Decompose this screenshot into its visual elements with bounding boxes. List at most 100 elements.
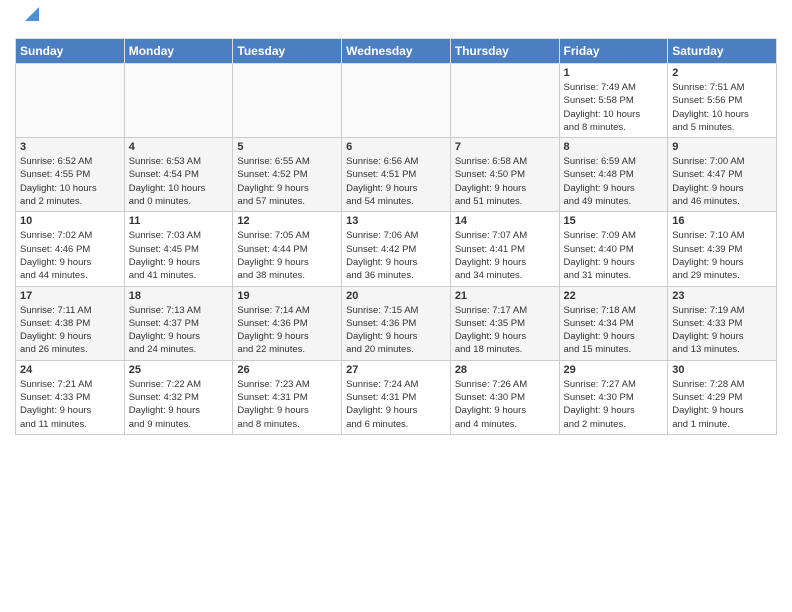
day-number: 28 [455,364,555,376]
day-number: 25 [129,364,229,376]
calendar-day-cell: 30 Sunrise: 7:28 AM Sunset: 4:29 PM Dayli… [668,360,777,434]
calendar-day-cell: 1Sunrise: 7:49 AM Sunset: 5:58 PM Daylig… [559,64,668,138]
day-info: Sunrise: 6:52 AM Sunset: 4:55 PM Dayligh… [20,155,120,208]
day-info: Sunrise: 7:21 AM Sunset: 4:33 PM Dayligh… [20,378,120,431]
calendar-week-row: 1Sunrise: 7:49 AM Sunset: 5:58 PM Daylig… [16,64,777,138]
calendar-day-cell: 20 Sunrise: 7:15 AM Sunset: 4:36 PM Dayli… [342,286,451,360]
page-header [15,10,777,32]
calendar-day-cell [124,64,233,138]
calendar-day-cell: 23 Sunrise: 7:19 AM Sunset: 4:33 PM Dayli… [668,286,777,360]
day-info: Sunrise: 7:27 AM Sunset: 4:30 PM Dayligh… [564,378,664,431]
calendar-day-cell: 16Sunrise: 7:10 AM Sunset: 4:39 PM Dayli… [668,212,777,286]
day-info: Sunrise: 7:28 AM Sunset: 4:29 PM Dayligh… [672,378,772,431]
day-info: Sunrise: 7:24 AM Sunset: 4:31 PM Dayligh… [346,378,446,431]
day-info: Sunrise: 7:11 AM Sunset: 4:38 PM Dayligh… [20,304,120,357]
day-info: Sunrise: 7:13 AM Sunset: 4:37 PM Dayligh… [129,304,229,357]
day-number: 18 [129,290,229,302]
day-number: 17 [20,290,120,302]
calendar-header-row: SundayMondayTuesdayWednesdayThursdayFrid… [16,39,777,64]
weekday-header: Sunday [16,39,125,64]
day-info: Sunrise: 6:56 AM Sunset: 4:51 PM Dayligh… [346,155,446,208]
day-number: 11 [129,215,229,227]
day-number: 2 [672,67,772,79]
day-info: Sunrise: 7:06 AM Sunset: 4:42 PM Dayligh… [346,229,446,282]
logo-icon [21,3,43,25]
day-info: Sunrise: 7:14 AM Sunset: 4:36 PM Dayligh… [237,304,337,357]
day-info: Sunrise: 6:58 AM Sunset: 4:50 PM Dayligh… [455,155,555,208]
calendar-day-cell: 17 Sunrise: 7:11 AM Sunset: 4:38 PM Dayli… [16,286,125,360]
calendar-day-cell [450,64,559,138]
calendar-day-cell: 14 Sunrise: 7:07 AM Sunset: 4:41 PM Dayli… [450,212,559,286]
day-number: 30 [672,364,772,376]
calendar-week-row: 24 Sunrise: 7:21 AM Sunset: 4:33 PM Dayli… [16,360,777,434]
day-info: Sunrise: 7:18 AM Sunset: 4:34 PM Dayligh… [564,304,664,357]
day-number: 12 [237,215,337,227]
calendar-day-cell: 11 Sunrise: 7:03 AM Sunset: 4:45 PM Dayli… [124,212,233,286]
day-number: 14 [455,215,555,227]
calendar-day-cell: 4Sunrise: 6:53 AM Sunset: 4:54 PM Daylig… [124,138,233,212]
calendar-day-cell [233,64,342,138]
day-number: 1 [564,67,664,79]
day-number: 24 [20,364,120,376]
calendar-day-cell: 6 Sunrise: 6:56 AM Sunset: 4:51 PM Daylig… [342,138,451,212]
day-info: Sunrise: 7:23 AM Sunset: 4:31 PM Dayligh… [237,378,337,431]
calendar-day-cell: 22 Sunrise: 7:18 AM Sunset: 4:34 PM Dayli… [559,286,668,360]
calendar-day-cell: 10 Sunrise: 7:02 AM Sunset: 4:46 PM Dayli… [16,212,125,286]
weekday-header: Tuesday [233,39,342,64]
calendar-day-cell: 3 Sunrise: 6:52 AM Sunset: 4:55 PM Daylig… [16,138,125,212]
calendar-day-cell: 21 Sunrise: 7:17 AM Sunset: 4:35 PM Dayli… [450,286,559,360]
day-number: 13 [346,215,446,227]
calendar-day-cell: 18 Sunrise: 7:13 AM Sunset: 4:37 PM Dayli… [124,286,233,360]
logo [15,10,43,32]
day-number: 5 [237,141,337,153]
day-info: Sunrise: 7:07 AM Sunset: 4:41 PM Dayligh… [455,229,555,282]
day-info: Sunrise: 7:05 AM Sunset: 4:44 PM Dayligh… [237,229,337,282]
calendar-day-cell: 5 Sunrise: 6:55 AM Sunset: 4:52 PM Daylig… [233,138,342,212]
calendar-day-cell: 28 Sunrise: 7:26 AM Sunset: 4:30 PM Dayli… [450,360,559,434]
day-info: Sunrise: 7:03 AM Sunset: 4:45 PM Dayligh… [129,229,229,282]
day-info: Sunrise: 7:15 AM Sunset: 4:36 PM Dayligh… [346,304,446,357]
weekday-header: Monday [124,39,233,64]
day-number: 10 [20,215,120,227]
day-number: 23 [672,290,772,302]
day-number: 9 [672,141,772,153]
weekday-header: Wednesday [342,39,451,64]
day-number: 4 [129,141,229,153]
day-info: Sunrise: 7:26 AM Sunset: 4:30 PM Dayligh… [455,378,555,431]
day-info: Sunrise: 7:09 AM Sunset: 4:40 PM Dayligh… [564,229,664,282]
day-info: Sunrise: 6:59 AM Sunset: 4:48 PM Dayligh… [564,155,664,208]
day-number: 6 [346,141,446,153]
day-number: 15 [564,215,664,227]
calendar-week-row: 3 Sunrise: 6:52 AM Sunset: 4:55 PM Daylig… [16,138,777,212]
calendar-day-cell: 29 Sunrise: 7:27 AM Sunset: 4:30 PM Dayli… [559,360,668,434]
weekday-header: Saturday [668,39,777,64]
day-info: Sunrise: 7:22 AM Sunset: 4:32 PM Dayligh… [129,378,229,431]
day-number: 26 [237,364,337,376]
calendar-day-cell: 13 Sunrise: 7:06 AM Sunset: 4:42 PM Dayli… [342,212,451,286]
day-number: 19 [237,290,337,302]
calendar-day-cell: 15 Sunrise: 7:09 AM Sunset: 4:40 PM Dayli… [559,212,668,286]
calendar-day-cell [16,64,125,138]
day-number: 21 [455,290,555,302]
day-info: Sunrise: 7:17 AM Sunset: 4:35 PM Dayligh… [455,304,555,357]
calendar-week-row: 17 Sunrise: 7:11 AM Sunset: 4:38 PM Dayli… [16,286,777,360]
day-number: 20 [346,290,446,302]
day-info: Sunrise: 7:02 AM Sunset: 4:46 PM Dayligh… [20,229,120,282]
calendar-day-cell: 8 Sunrise: 6:59 AM Sunset: 4:48 PM Daylig… [559,138,668,212]
calendar-day-cell: 9Sunrise: 7:00 AM Sunset: 4:47 PM Daylig… [668,138,777,212]
calendar-day-cell: 12 Sunrise: 7:05 AM Sunset: 4:44 PM Dayli… [233,212,342,286]
calendar-day-cell [342,64,451,138]
day-number: 3 [20,141,120,153]
day-info: Sunrise: 6:55 AM Sunset: 4:52 PM Dayligh… [237,155,337,208]
calendar-day-cell: 24 Sunrise: 7:21 AM Sunset: 4:33 PM Dayli… [16,360,125,434]
day-number: 16 [672,215,772,227]
calendar-day-cell: 27Sunrise: 7:24 AM Sunset: 4:31 PM Dayli… [342,360,451,434]
calendar-day-cell: 7Sunrise: 6:58 AM Sunset: 4:50 PM Daylig… [450,138,559,212]
calendar-week-row: 10 Sunrise: 7:02 AM Sunset: 4:46 PM Dayli… [16,212,777,286]
day-number: 22 [564,290,664,302]
day-number: 29 [564,364,664,376]
weekday-header: Thursday [450,39,559,64]
day-number: 8 [564,141,664,153]
day-info: Sunrise: 7:19 AM Sunset: 4:33 PM Dayligh… [672,304,772,357]
calendar-day-cell: 25 Sunrise: 7:22 AM Sunset: 4:32 PM Dayli… [124,360,233,434]
